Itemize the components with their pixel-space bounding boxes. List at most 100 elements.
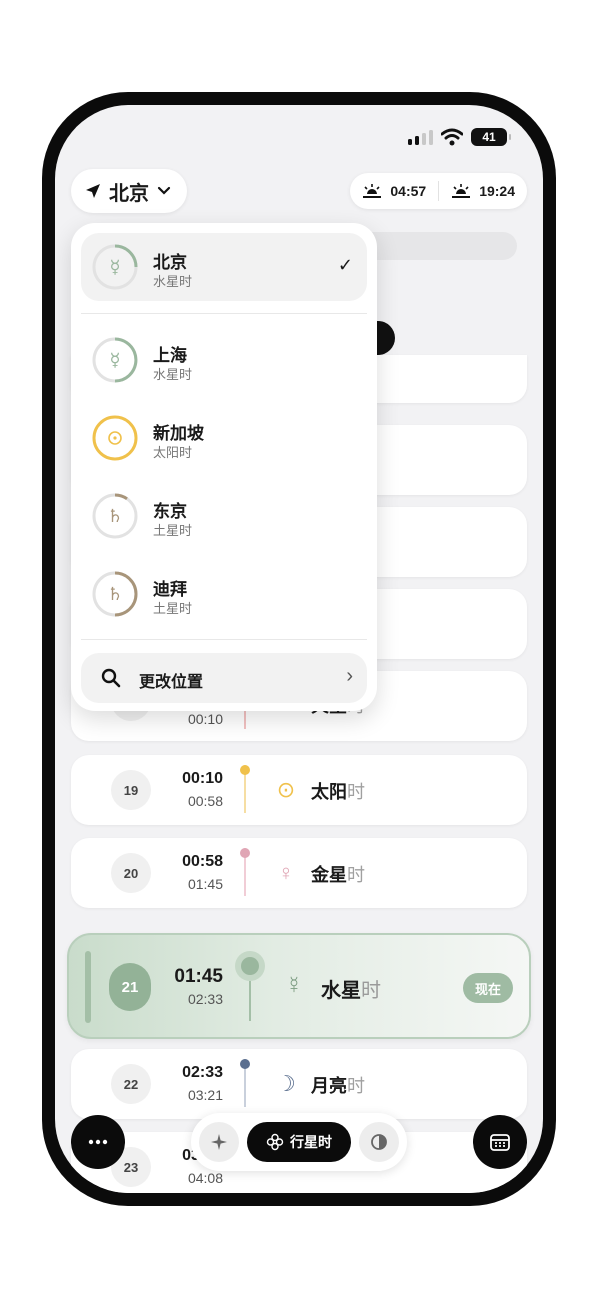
location-selector[interactable]: 北京 <box>71 169 187 213</box>
location-option-name: 北京 <box>153 253 187 272</box>
hour-end: 03:21 <box>187 1087 223 1103</box>
now-badge: 现在 <box>463 973 513 1003</box>
hour-number: 21 <box>109 963 151 1011</box>
mercury-ring-icon: ☿ <box>92 337 138 383</box>
location-option-beijing[interactable]: ☿ 北京 水星时 ✓ <box>81 233 367 301</box>
more-button[interactable] <box>71 1115 125 1169</box>
hour-row[interactable]: 19 00:10 00:58 ⊙ 太阳时 <box>71 755 527 825</box>
planet-name: 水星 <box>321 980 361 1002</box>
tab-planetary-hours[interactable]: 行星时 <box>247 1122 351 1162</box>
flower-icon <box>266 1133 284 1151</box>
hour-start: 02:33 <box>182 1064 223 1081</box>
svg-text:☿: ☿ <box>109 350 120 371</box>
planet-suffix: 时 <box>347 1076 365 1096</box>
wifi-icon <box>441 128 463 146</box>
svg-text:♄: ♄ <box>107 584 123 605</box>
saturn-ring-icon: ♄ <box>92 571 138 617</box>
sunset-time: 19:24 <box>479 183 515 199</box>
hour-number: 22 <box>111 1064 151 1104</box>
calendar-button[interactable] <box>473 1115 527 1169</box>
phone-frame: 41 北京 04:57 19:24 18 00:10 ♂ 火星时 1 <box>42 92 556 1206</box>
planet-label: 金星时 <box>311 861 365 887</box>
svg-text:♄: ♄ <box>107 506 123 527</box>
chevron-right-icon: › <box>346 665 353 687</box>
saturn-ring-icon: ♄ <box>92 493 138 539</box>
divider <box>81 639 367 640</box>
calendar-icon <box>490 1134 510 1151</box>
timeline-dot <box>240 1059 250 1069</box>
hour-end: 00:58 <box>187 793 223 809</box>
hour-end: 02:33 <box>187 991 223 1007</box>
bottom-tab-bar: 行星时 <box>191 1113 407 1171</box>
more-icon <box>88 1139 108 1145</box>
venus-icon: ♀ <box>277 860 295 885</box>
sunrise-icon <box>363 184 382 198</box>
battery-indicator: 41 <box>471 128 511 146</box>
hour-number: 19 <box>111 770 151 810</box>
divider <box>438 181 440 201</box>
sparkle-button[interactable] <box>199 1122 239 1162</box>
mercury-icon: ☿ <box>285 972 303 999</box>
change-location-label: 更改位置 <box>139 674 204 691</box>
planet-suffix: 时 <box>347 865 365 885</box>
planet-label: 月亮时 <box>311 1072 365 1098</box>
hour-start: 00:10 <box>182 770 223 787</box>
location-option-tokyo[interactable]: ♄ 东京 土星时 <box>81 482 367 550</box>
location-option-hour: 水星时 <box>153 367 193 382</box>
location-arrow-icon <box>86 184 100 198</box>
sunset-icon <box>452 184 471 198</box>
theme-button[interactable] <box>359 1122 399 1162</box>
planet-name: 金星 <box>311 865 347 885</box>
status-bar: 41 <box>408 125 511 149</box>
location-name: 北京 <box>109 182 149 205</box>
location-option-hour: 太阳时 <box>153 445 193 460</box>
hour-row[interactable]: 22 02:33 03:21 ☽ 月亮时 <box>71 1049 527 1119</box>
change-location-button[interactable]: 更改位置 › <box>81 653 367 703</box>
location-option-singapore[interactable]: 新加坡 太阳时 <box>81 404 367 472</box>
sparkle-icon <box>211 1134 227 1150</box>
moon-icon: ☽ <box>276 1071 296 1096</box>
planet-label: 太阳时 <box>311 778 365 804</box>
hour-row[interactable]: 20 00:58 01:45 ♀ 金星时 <box>71 838 527 908</box>
hour-end: 00:10 <box>187 711 223 727</box>
hour-end: 01:45 <box>187 876 223 892</box>
location-option-shanghai[interactable]: ☿ 上海 水星时 <box>81 326 367 394</box>
timeline-dot <box>240 848 250 858</box>
current-hour-row[interactable]: 21 01:45 02:33 ☿ 水星时 现在 <box>67 933 531 1039</box>
timeline-line <box>249 981 251 1021</box>
screen: 41 北京 04:57 19:24 18 00:10 ♂ 火星时 1 <box>55 105 543 1193</box>
search-icon <box>101 668 121 688</box>
location-option-name: 东京 <box>153 502 187 521</box>
hour-start: 01:45 <box>174 966 223 987</box>
location-option-dubai[interactable]: ♄ 迪拜 土星时 <box>81 560 367 628</box>
sunrise-time: 04:57 <box>390 183 427 199</box>
tab-label: 行星时 <box>290 1134 332 1150</box>
sun-ring-icon <box>92 415 138 461</box>
planet-label: 水星时 <box>321 974 381 1003</box>
location-option-name: 上海 <box>153 346 187 365</box>
chevron-down-icon <box>157 186 171 195</box>
planet-name: 太阳 <box>311 782 347 802</box>
contrast-icon <box>371 1134 387 1150</box>
timeline-dot <box>240 765 250 775</box>
location-option-hour: 土星时 <box>153 523 193 538</box>
location-option-hour: 土星时 <box>153 601 193 616</box>
location-dropdown: ☿ 北京 水星时 ✓ ☿ 上海 水星时 新加坡 太阳时 ♄ 东京 土星时 ♄ 迪… <box>71 223 377 711</box>
divider <box>81 313 367 314</box>
mercury-ring-icon: ☿ <box>92 244 138 290</box>
active-indicator <box>85 951 91 1023</box>
checkmark-icon: ✓ <box>337 255 353 275</box>
hour-start: 00:58 <box>182 853 223 870</box>
sun-icon: ⊙ <box>276 777 296 802</box>
planet-suffix: 时 <box>347 782 365 802</box>
planet-suffix: 时 <box>361 980 381 1002</box>
sun-times: 04:57 19:24 <box>350 173 527 209</box>
signal-bars-icon <box>408 129 433 145</box>
planet-name: 月亮 <box>311 1076 347 1096</box>
location-option-name: 迪拜 <box>153 580 187 599</box>
hour-end: 04:08 <box>187 1170 223 1186</box>
location-option-hour: 水星时 <box>153 274 193 289</box>
hour-number: 20 <box>111 853 151 893</box>
timeline-dot-current <box>235 951 265 981</box>
location-option-name: 新加坡 <box>153 424 204 443</box>
